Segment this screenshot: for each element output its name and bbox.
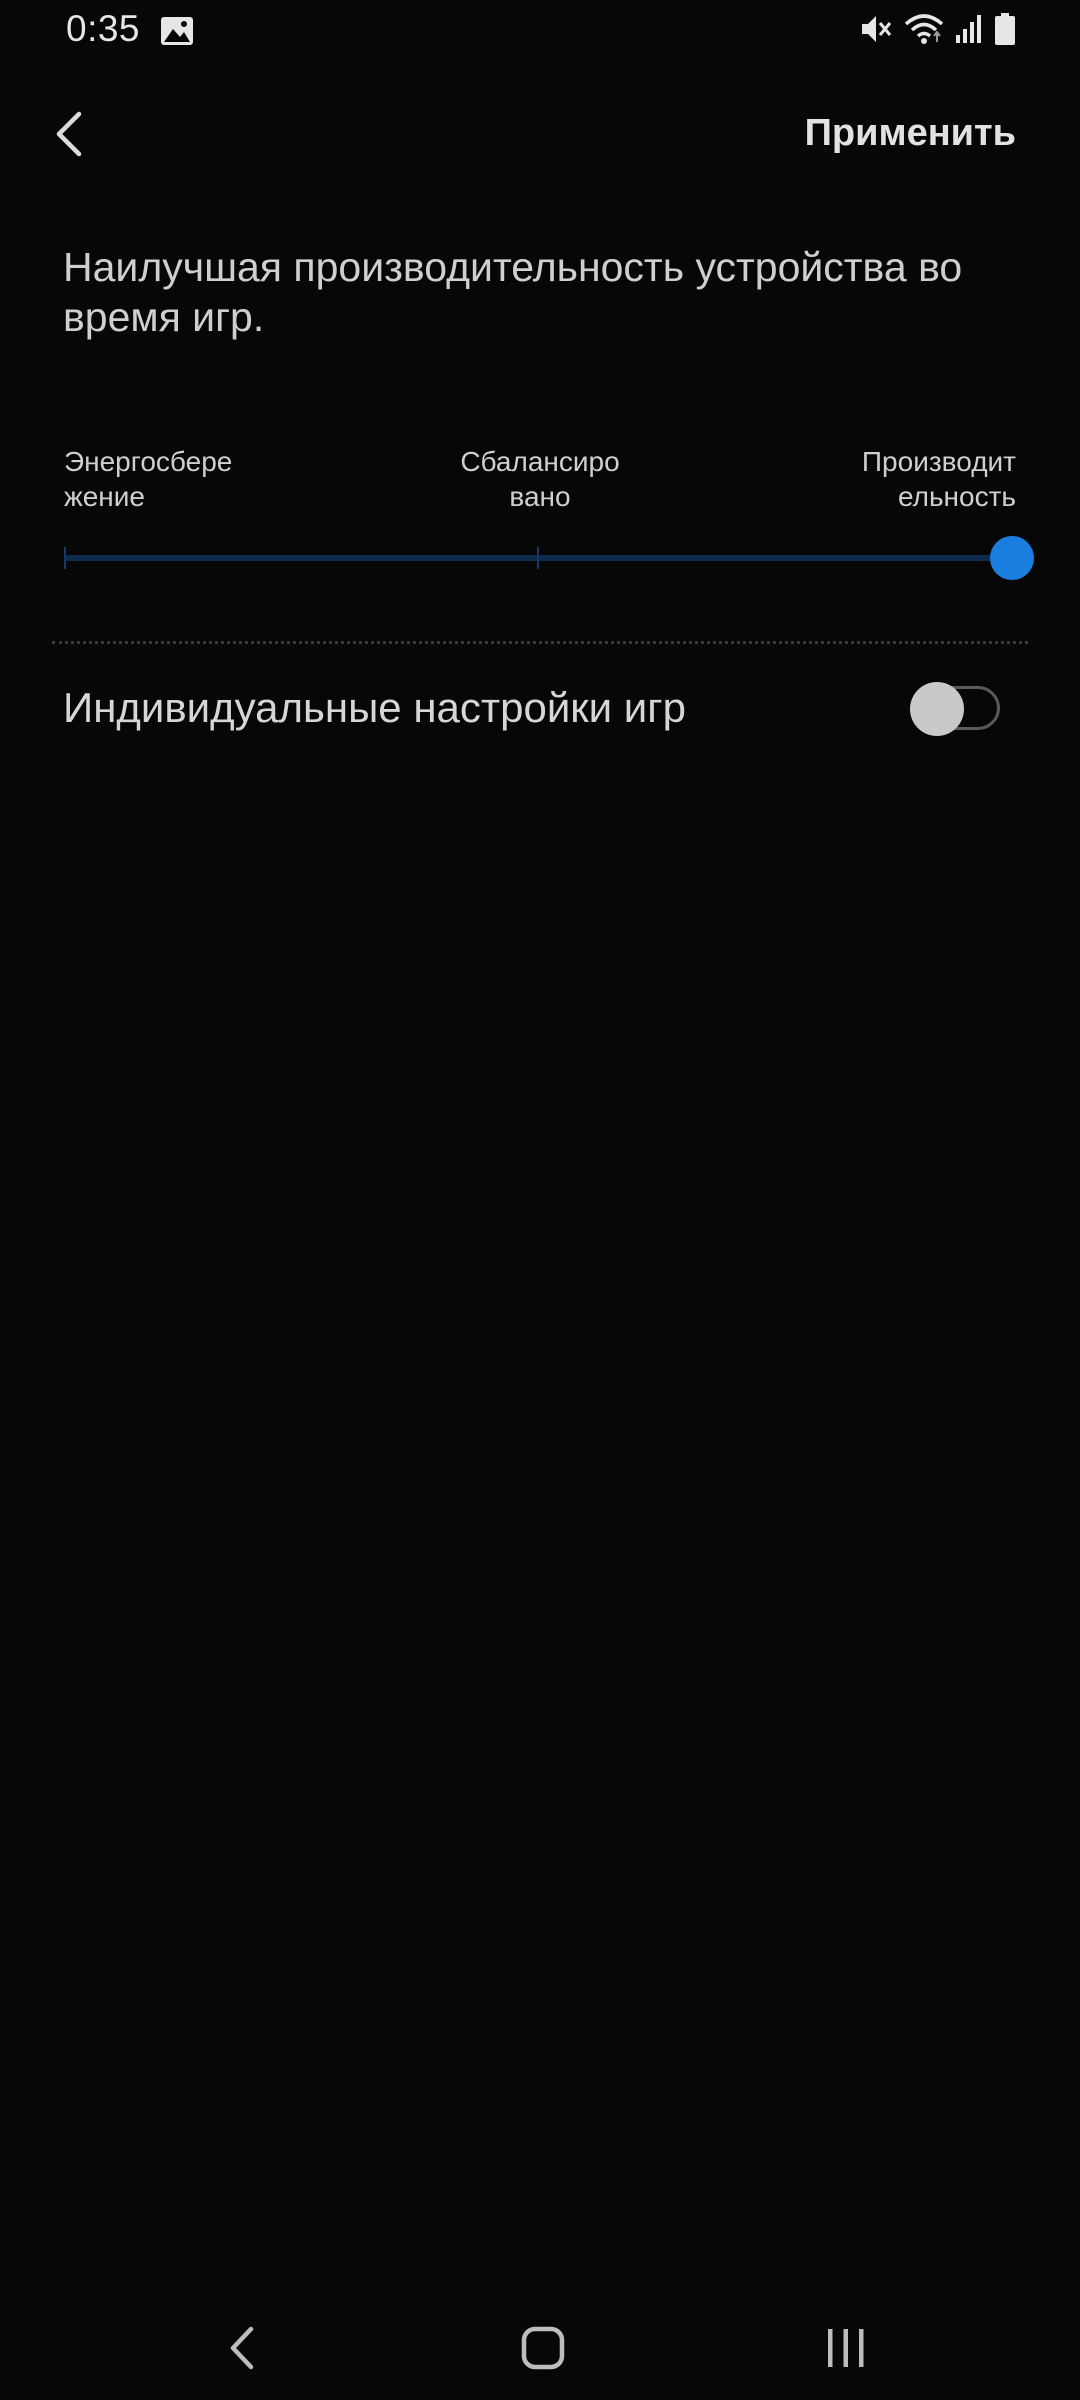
nav-recents-button[interactable] [806,2310,886,2390]
slider-thumb[interactable] [990,536,1034,580]
game-settings-row[interactable]: Индивидуальные настройки игр [0,664,1080,756]
toggle-knob [910,682,964,736]
nav-back-button[interactable] [202,2310,282,2390]
slider-label-power-saving: Энергосбере жение [64,446,233,512]
back-button[interactable] [38,96,98,176]
mode-description: Наилучшая производительность устройства … [63,244,963,340]
chevron-left-icon [51,110,85,163]
game-settings-toggle[interactable] [910,682,1006,736]
battery-icon [994,12,1016,51]
apply-button[interactable]: Применить [805,112,1016,155]
performance-slider[interactable] [64,536,1034,580]
wifi-icon [904,12,944,51]
status-time: 0:35 [66,8,141,49]
slider-tick [537,547,539,569]
recents-icon [823,2325,869,2376]
gallery-icon [160,16,194,51]
navigation-bar [0,2290,1080,2400]
status-bar: 0:35 [0,0,1080,64]
slider-label-balanced: Сбалансиро вано [460,446,620,512]
divider [52,641,1028,644]
signal-icon [954,13,984,50]
status-icons [858,12,1016,51]
home-icon [520,2325,566,2376]
nav-home-button[interactable] [503,2310,583,2390]
vibrate-icon [858,12,894,51]
back-icon [227,2325,257,2376]
slider-label-performance: Производит ельность [861,446,1016,512]
game-settings-label: Индивидуальные настройки игр [63,684,686,731]
slider-tick [64,547,66,569]
